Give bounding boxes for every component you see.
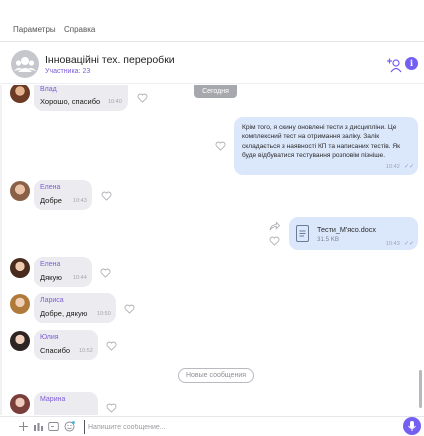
avatar[interactable] <box>10 85 30 103</box>
emoji-icon[interactable] <box>64 421 75 432</box>
message-text: Добре, дякую <box>40 309 88 318</box>
message-text: Добре <box>40 196 62 205</box>
new-messages-divider[interactable]: Новые сообщения <box>178 368 254 383</box>
sticker-icon[interactable] <box>33 421 44 432</box>
heart-icon[interactable] <box>106 341 117 351</box>
group-avatar-icon[interactable] <box>11 50 39 78</box>
file-name[interactable]: Тести_М'ясо.docx <box>317 225 376 234</box>
heart-icon[interactable] <box>100 268 111 278</box>
message-time: 10:44 <box>73 275 87 281</box>
message-input[interactable] <box>84 420 394 434</box>
heart-icon[interactable] <box>101 191 112 201</box>
participants-count[interactable]: Участника: 23 <box>45 68 90 75</box>
heart-icon[interactable] <box>137 93 148 103</box>
message-bubble-incoming[interactable]: Елена Добре 10:43 <box>34 180 92 210</box>
scrollbar-track[interactable] <box>418 85 422 415</box>
window-top-strip <box>0 0 424 18</box>
heart-icon[interactable] <box>269 236 280 246</box>
message-text: Хорошо, спасибо <box>40 97 101 106</box>
microphone-icon[interactable] <box>403 417 421 435</box>
message-bubble-incoming[interactable]: Елена Дякую 10:44 <box>34 257 92 287</box>
file-message-bubble[interactable]: Тести_М'ясо.docx 31.5 KB 10:43 ✓✓ <box>289 217 418 250</box>
sender-name[interactable]: Влад <box>40 86 57 93</box>
date-separator: Сегодня <box>194 85 237 98</box>
gif-icon[interactable] <box>48 421 59 432</box>
avatar[interactable] <box>10 181 30 201</box>
sender-name[interactable]: Лариса <box>40 297 64 304</box>
menu-item-help[interactable]: Справка <box>64 25 95 34</box>
menu-bar: Параметры Справка <box>0 18 424 42</box>
chat-title: Інноваційні тех. переробки <box>45 54 175 66</box>
read-ticks-icon: ✓✓ <box>404 164 415 170</box>
heart-icon[interactable] <box>124 304 135 314</box>
heart-icon[interactable] <box>215 141 226 151</box>
message-text: Крім того, я скину оновлені тести з дисц… <box>242 124 401 160</box>
message-text: Спасибо <box>40 346 71 355</box>
message-feed[interactable]: Влад Хорошо, спасибо 10:40 Сегодня Крім … <box>0 85 424 415</box>
message-bubble-incoming[interactable]: Лариса Добре, дякую 10:50 <box>34 293 116 323</box>
share-icon[interactable] <box>269 221 280 231</box>
sender-name[interactable]: Юлия <box>40 334 59 341</box>
heart-icon[interactable] <box>106 403 117 413</box>
read-ticks-icon: ✓✓ <box>404 241 415 247</box>
info-icon[interactable]: i <box>405 57 418 70</box>
message-time: 10:50 <box>97 311 111 317</box>
avatar[interactable] <box>10 294 30 314</box>
sender-name[interactable]: Елена <box>40 184 60 191</box>
message-bubble-incoming[interactable]: Юлия Спасибо 10:52 <box>34 330 98 360</box>
avatar[interactable] <box>10 258 30 278</box>
message-composer <box>0 416 424 436</box>
message-time: 10:43 <box>386 241 400 247</box>
avatar[interactable] <box>10 394 30 414</box>
avatar[interactable] <box>10 331 30 351</box>
menu-item-settings[interactable]: Параметры <box>13 25 56 34</box>
add-member-icon[interactable] <box>386 57 402 73</box>
message-time: 10:43 <box>73 198 87 204</box>
document-icon[interactable] <box>296 225 309 242</box>
message-time: 10:40 <box>108 99 122 105</box>
scrollbar-thumb[interactable] <box>419 370 422 408</box>
message-time: 10:42 <box>386 164 400 170</box>
plus-icon[interactable] <box>18 421 29 432</box>
message-bubble-incoming[interactable]: Влад Хорошо, спасибо 10:40 <box>34 85 128 111</box>
message-bubble-incoming[interactable]: Марина <box>34 392 98 415</box>
chat-header: Інноваційні тех. переробки Участника: 23… <box>0 42 424 84</box>
sender-name[interactable]: Марина <box>40 396 65 403</box>
message-text: Дякую <box>40 273 62 282</box>
left-edge-divider <box>0 85 2 415</box>
sender-name[interactable]: Елена <box>40 261 60 268</box>
message-bubble-outgoing[interactable]: Крім того, я скину оновлені тести з дисц… <box>234 117 418 175</box>
file-size: 31.5 KB <box>317 236 340 243</box>
message-time: 10:52 <box>79 348 93 354</box>
